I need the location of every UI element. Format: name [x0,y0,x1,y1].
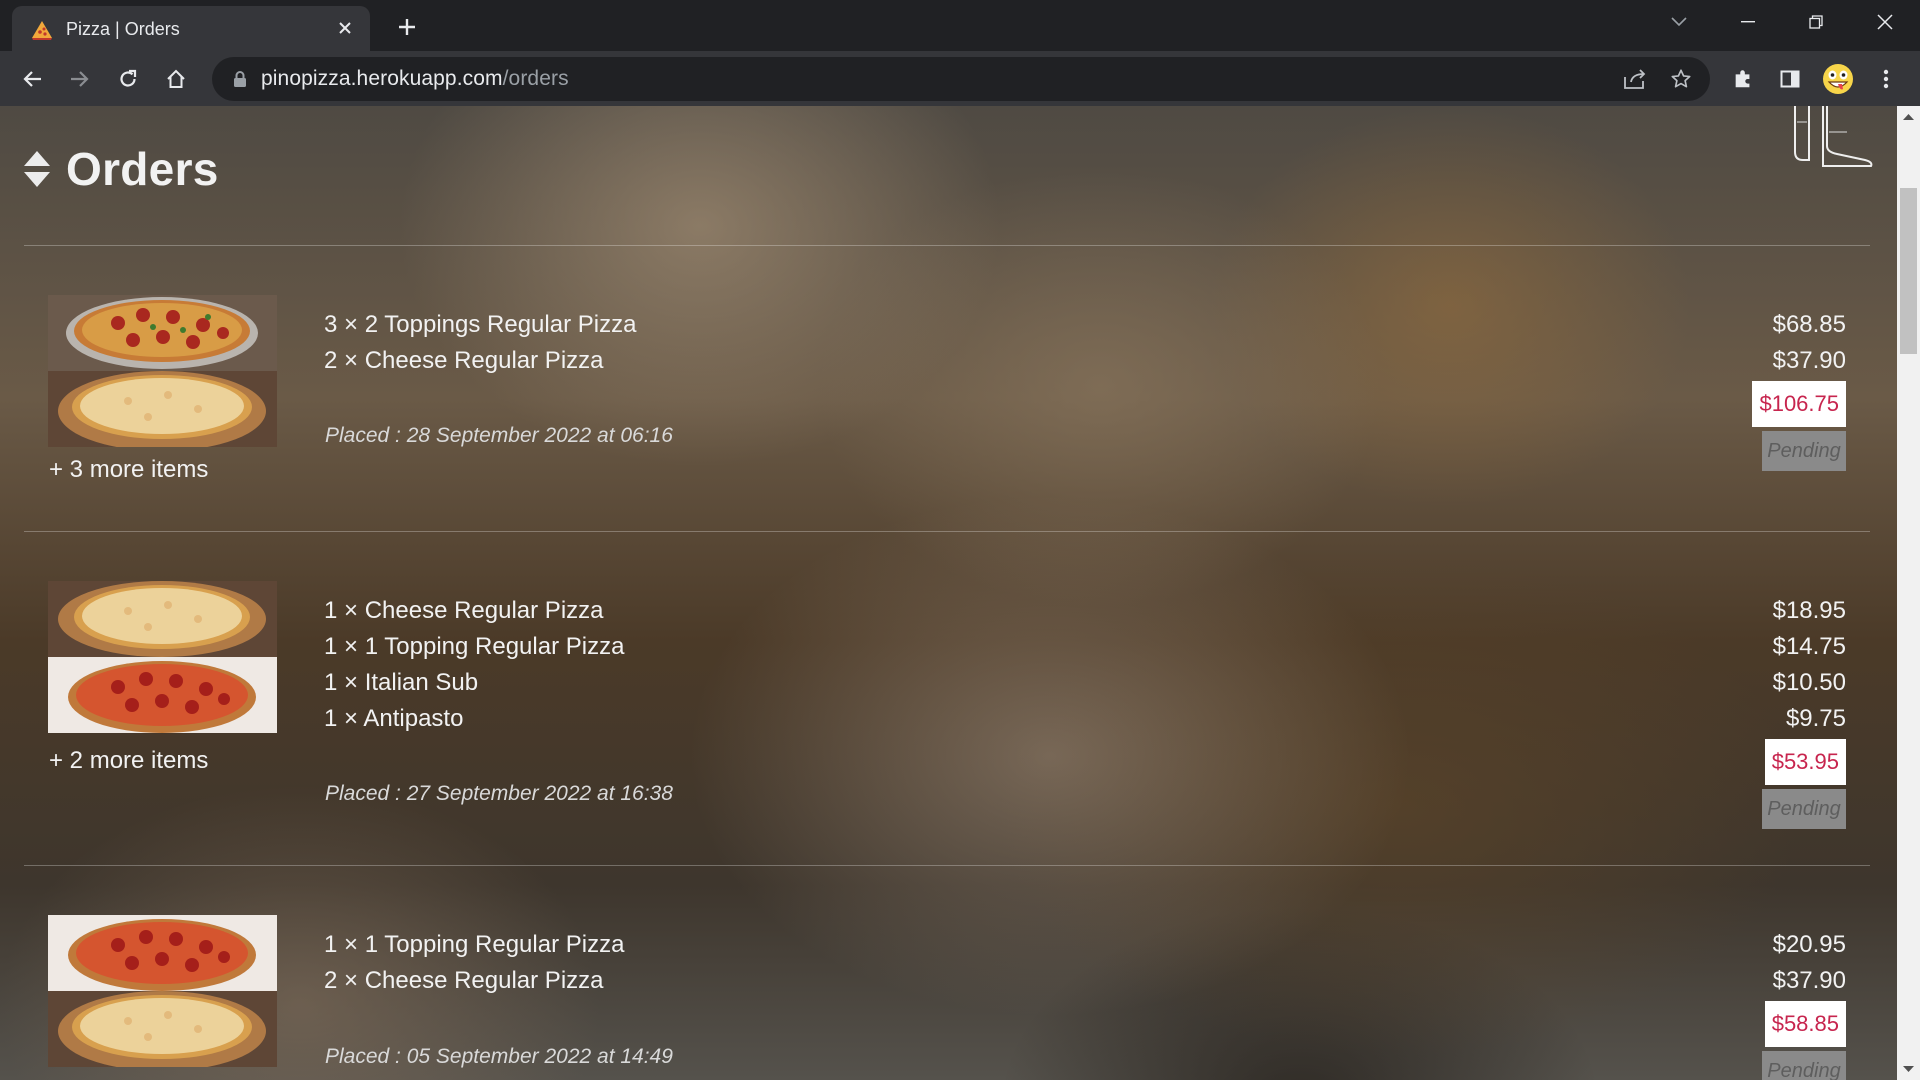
pizza-icon [32,21,52,40]
url-host: pinopizza.herokuapp.com [261,67,503,90]
order-item: 2 × Cheese Regular Pizza [324,347,604,374]
order-card: + 3 more items 3 × 2 Toppings Regular Pi… [24,295,1870,535]
order-prices: $18.95 $14.75 $10.50 $9.75 $53.95 Pendin… [1762,593,1846,829]
order-prices: $20.95 $37.90 $58.85 Pending [1762,927,1846,1080]
scroll-up-arrow-icon[interactable] [1903,112,1914,123]
page-title: Orders [66,143,219,195]
back-arrow-icon[interactable] [14,61,50,97]
extensions-puzzle-icon[interactable] [1725,61,1761,97]
share-icon[interactable] [1621,65,1649,93]
decorative-sketch-image [1794,106,1873,167]
status-badge: Pending [1762,789,1846,829]
order-card: + 2 more items 1 × Cheese Regular Pizza … [24,581,1870,911]
order-items: 3 × 2 Toppings Regular Pizza 2 × Cheese … [324,307,636,379]
browser-toolbar: pinopizza.herokuapp.com/orders [0,51,1920,106]
item-price: $18.95 [1772,597,1846,624]
tab-strip: Pizza | Orders [0,0,1920,51]
placed-date: Placed : 27 September 2022 at 16:38 [325,782,673,805]
order-total: $53.95 [1764,739,1846,785]
new-tab-plus-icon[interactable] [390,10,424,44]
lock-icon [234,71,246,87]
order-thumbnail [48,295,277,447]
item-price: $14.75 [1772,633,1846,660]
order-items: 1 × 1 Topping Regular Pizza 2 × Cheese R… [324,927,624,999]
item-price: $68.85 [1772,311,1846,338]
cheese-pizza-image [48,371,277,447]
page-viewport: Orders + 3 more items 3 × 2 Toppings Reg… [0,106,1897,1080]
order-item: 1 × 1 Topping Regular Pizza [324,931,625,958]
page-scrollbar[interactable] [1897,106,1920,1080]
order-items: 1 × Cheese Regular Pizza 1 × 1 Topping R… [324,593,624,737]
order-thumbnail [48,915,277,1067]
order-card: 1 × 1 Topping Regular Pizza 2 × Cheese R… [24,915,1870,1080]
browser-tab[interactable]: Pizza | Orders [12,6,370,51]
divider [24,245,1870,246]
divider [24,865,1870,866]
order-item: 1 × Antipasto [324,705,464,732]
tab-search-chevron-icon[interactable] [1645,0,1713,44]
more-items-label[interactable]: + 3 more items [49,456,208,484]
item-price: $20.95 [1772,931,1846,958]
scrollbar-thumb[interactable] [1900,188,1917,354]
side-panel-icon[interactable] [1772,61,1808,97]
order-total: $58.85 [1764,1001,1846,1047]
more-items-label[interactable]: + 2 more items [49,747,208,775]
reload-icon[interactable] [110,61,146,97]
order-item: 3 × 2 Toppings Regular Pizza [324,311,637,338]
order-total: $106.75 [1752,381,1846,427]
address-bar[interactable]: pinopizza.herokuapp.com/orders [212,57,1710,101]
item-price: $37.90 [1772,347,1846,374]
placed-date: Placed : 28 September 2022 at 06:16 [325,424,673,447]
restore-icon[interactable] [1782,0,1850,44]
order-item: 1 × 1 Topping Regular Pizza [324,633,625,660]
scroll-down-arrow-icon[interactable] [1903,1063,1914,1074]
tab-title: Pizza | Orders [66,19,180,39]
divider [24,531,1870,532]
order-thumbnail [48,581,277,733]
placed-date: Placed : 05 September 2022 at 14:49 [325,1045,673,1068]
status-badge: Pending [1762,431,1846,471]
order-item: 1 × Cheese Regular Pizza [324,597,604,624]
page-header: Orders [22,142,219,196]
close-window-icon[interactable] [1851,0,1919,44]
pepperoni-pizza-image [48,657,277,733]
pepperoni-pizza-image [48,915,277,991]
order-item: 2 × Cheese Regular Pizza [324,967,604,994]
url-path: /orders [502,67,569,90]
item-price: $10.50 [1772,669,1846,696]
item-price: $37.90 [1772,967,1846,994]
minimize-icon[interactable] [1714,0,1782,44]
cheese-pizza-image [48,991,277,1067]
item-price: $9.75 [1785,705,1846,732]
home-icon[interactable] [158,61,194,97]
sort-icon[interactable] [22,149,52,189]
status-badge: Pending [1762,1051,1846,1080]
order-prices: $68.85 $37.90 $106.75 Pending [1752,307,1846,471]
pepperoni-pizza-image [48,295,277,371]
chrome-menu-icon[interactable] [1868,61,1904,97]
profile-avatar[interactable] [1820,61,1856,97]
close-tab-icon[interactable] [332,15,358,41]
cheese-pizza-image [48,581,277,657]
order-item: 1 × Italian Sub [324,669,479,696]
url-text: pinopizza.herokuapp.com/orders [261,67,569,91]
bookmark-star-icon[interactable] [1667,65,1695,93]
forward-arrow-icon[interactable] [62,61,98,97]
